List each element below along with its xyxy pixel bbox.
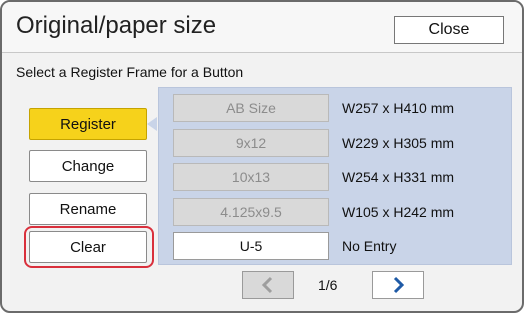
size-dimensions: W254 x H331 mm: [342, 169, 455, 185]
pointer-arrow-icon: [147, 117, 157, 131]
dialog-header: Original/paper size Close: [2, 2, 522, 53]
size-button-ab-size[interactable]: AB Size: [173, 94, 329, 122]
dialog: Original/paper size Close Select a Regis…: [0, 0, 524, 313]
chevron-right-icon: [393, 276, 405, 294]
size-button-10x13[interactable]: 10x13: [173, 163, 329, 191]
change-button[interactable]: Change: [29, 150, 147, 182]
register-button[interactable]: Register: [29, 108, 147, 140]
size-button-4-125x9-5[interactable]: 4.125x9.5: [173, 198, 329, 226]
close-button[interactable]: Close: [394, 16, 504, 44]
size-dimensions: W229 x H305 mm: [342, 135, 455, 151]
clear-button-highlight: [24, 226, 154, 268]
size-dimensions: W257 x H410 mm: [342, 100, 455, 116]
size-dimensions: W105 x H242 mm: [342, 204, 455, 220]
rename-button[interactable]: Rename: [29, 193, 147, 225]
next-page-button[interactable]: [372, 271, 424, 299]
page-title: Original/paper size: [16, 12, 217, 39]
size-button-u-5[interactable]: U-5: [173, 232, 329, 260]
instruction-text: Select a Register Frame for a Button: [16, 64, 244, 80]
size-dimensions: No Entry: [342, 238, 397, 254]
size-button-9x12[interactable]: 9x12: [173, 129, 329, 157]
page-indicator: 1/6: [318, 277, 338, 293]
prev-page-button[interactable]: [242, 271, 294, 299]
chevron-left-icon: [261, 276, 273, 294]
